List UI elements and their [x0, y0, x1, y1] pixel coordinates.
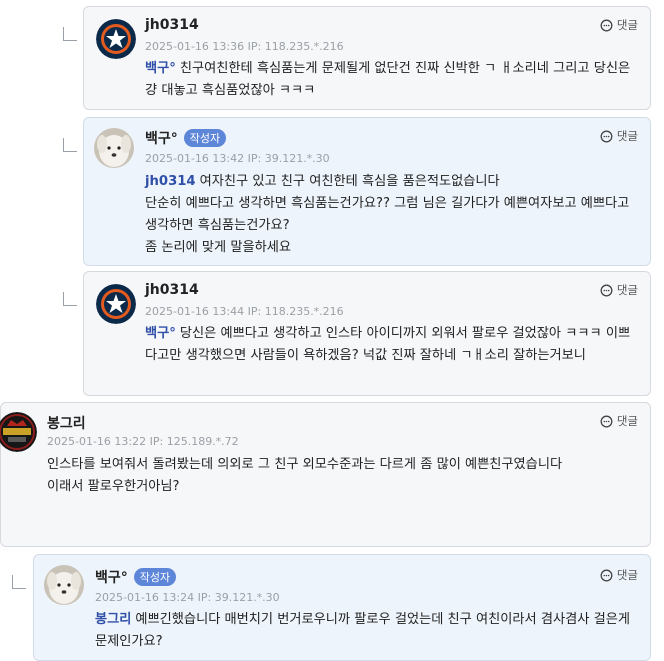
comment-meta: 2025-01-16 13:36 IP: 118.235.*.216	[145, 40, 344, 53]
comment-meta: 2025-01-16 13:24 IP: 39.121.*.30	[95, 591, 280, 604]
mention-link[interactable]: 백구°	[145, 326, 176, 341]
avatar	[94, 128, 134, 168]
comment-card: jh0314 2025-01-16 13:36 IP: 118.235.*.21…	[83, 6, 651, 110]
reply-indicator-icon	[63, 138, 77, 152]
reply-button[interactable]: 댓글	[600, 17, 638, 33]
comment-body: jh0314 여자친구 있고 친구 여친한테 흑심을 품은적도없습니다 단순히 예…	[145, 171, 639, 259]
comment-bubble-icon	[600, 569, 613, 581]
author-badge: 작성자	[133, 568, 177, 586]
mention-link[interactable]: jh0314	[145, 174, 196, 189]
comment-text: 당신은 예쁘다고 생각하고 인스타 아이디까지 외워서 팔로우 걸었잖아 ㅋㅋㅋ…	[145, 326, 631, 363]
comment-body: 인스타를 보여줘서 돌려봤는데 의외로 그 친구 외모수준과는 다르게 좀 많이…	[47, 454, 641, 498]
mention-link[interactable]: 백구°	[145, 61, 176, 76]
reply-label: 댓글	[616, 414, 638, 428]
reply-button[interactable]: 댓글	[600, 413, 638, 429]
comment-body: 봉그리 예쁘긴했습니다 매번치기 번거로우니까 팔로우 걸었는데 친구 여친이라서…	[95, 609, 635, 653]
comment-bubble-icon	[600, 130, 613, 142]
comment-bubble-icon	[600, 19, 613, 31]
comment-text: 예쁘긴했습니다 매번치기 번거로우니까 팔로우 걸었는데 친구 여친이라서 겸사…	[95, 612, 630, 649]
comment-card: 백구° 작성자 2025-01-16 13:24 IP: 39.121.*.30 …	[33, 554, 651, 661]
avatar	[96, 19, 136, 59]
reply-label: 댓글	[616, 129, 638, 143]
avatar	[96, 284, 136, 324]
comment-text: 좀 논리에 맞게 말을하세요	[145, 240, 292, 255]
comment-meta: 2025-01-16 13:44 IP: 118.235.*.216	[145, 305, 344, 318]
comment-meta: 2025-01-16 13:22 IP: 125.189.*.72	[47, 435, 239, 448]
reply-label: 댓글	[616, 568, 638, 582]
reply-button[interactable]: 댓글	[600, 282, 638, 298]
reply-label: 댓글	[616, 283, 638, 297]
comment-text: 친구여친한테 흑심품는게 문제될게 없단건 진짜 신박한 ㄱ ㅐ소리네 그리고 …	[145, 61, 631, 98]
comment-card: jh0314 2025-01-16 13:44 IP: 118.235.*.21…	[83, 271, 651, 396]
comment-text: 단순히 예쁘다고 생각하면 흑심품는건가요?? 그럼 님은 길가다가 예쁜여자보…	[145, 196, 630, 233]
comment-card: 봉그리 2025-01-16 13:22 IP: 125.189.*.72 댓글…	[0, 402, 651, 547]
comment-body: 백구° 당신은 예쁘다고 생각하고 인스타 아이디까지 외워서 팔로우 걸었잖아 …	[145, 323, 639, 367]
comment-card: 백구° 작성자 2025-01-16 13:42 IP: 39.121.*.30 …	[83, 117, 651, 266]
comment-author[interactable]: 백구° 작성자	[145, 128, 227, 148]
avatar	[44, 565, 84, 605]
comment-author[interactable]: 백구° 작성자	[95, 567, 177, 587]
comment-meta: 2025-01-16 13:42 IP: 39.121.*.30	[145, 152, 330, 165]
avatar	[0, 412, 37, 452]
reply-indicator-icon	[12, 575, 26, 589]
comment-author[interactable]: 봉그리	[47, 413, 86, 433]
comment-text: 인스타를 보여줘서 돌려봤는데 의외로 그 친구 외모수준과는 다르게 좀 많이…	[47, 457, 563, 472]
author-badge: 작성자	[183, 129, 227, 147]
reply-button[interactable]: 댓글	[600, 567, 638, 583]
reply-indicator-icon	[63, 292, 77, 306]
comment-body: 백구° 친구여친한테 흑심품는게 문제될게 없단건 진짜 신박한 ㄱ ㅐ소리네 그…	[145, 58, 639, 102]
reply-button[interactable]: 댓글	[600, 128, 638, 144]
comment-author[interactable]: jh0314	[145, 282, 199, 298]
reply-indicator-icon	[63, 27, 77, 41]
comment-bubble-icon	[600, 415, 613, 427]
comment-bubble-icon	[600, 284, 613, 296]
mention-link[interactable]: 봉그리	[95, 612, 131, 627]
reply-label: 댓글	[616, 18, 638, 32]
comment-text: 이래서 팔로우한거아님?	[47, 479, 180, 494]
comment-author[interactable]: jh0314	[145, 17, 199, 33]
comment-text: 여자친구 있고 친구 여친한테 흑심을 품은적도없습니다	[199, 174, 500, 189]
